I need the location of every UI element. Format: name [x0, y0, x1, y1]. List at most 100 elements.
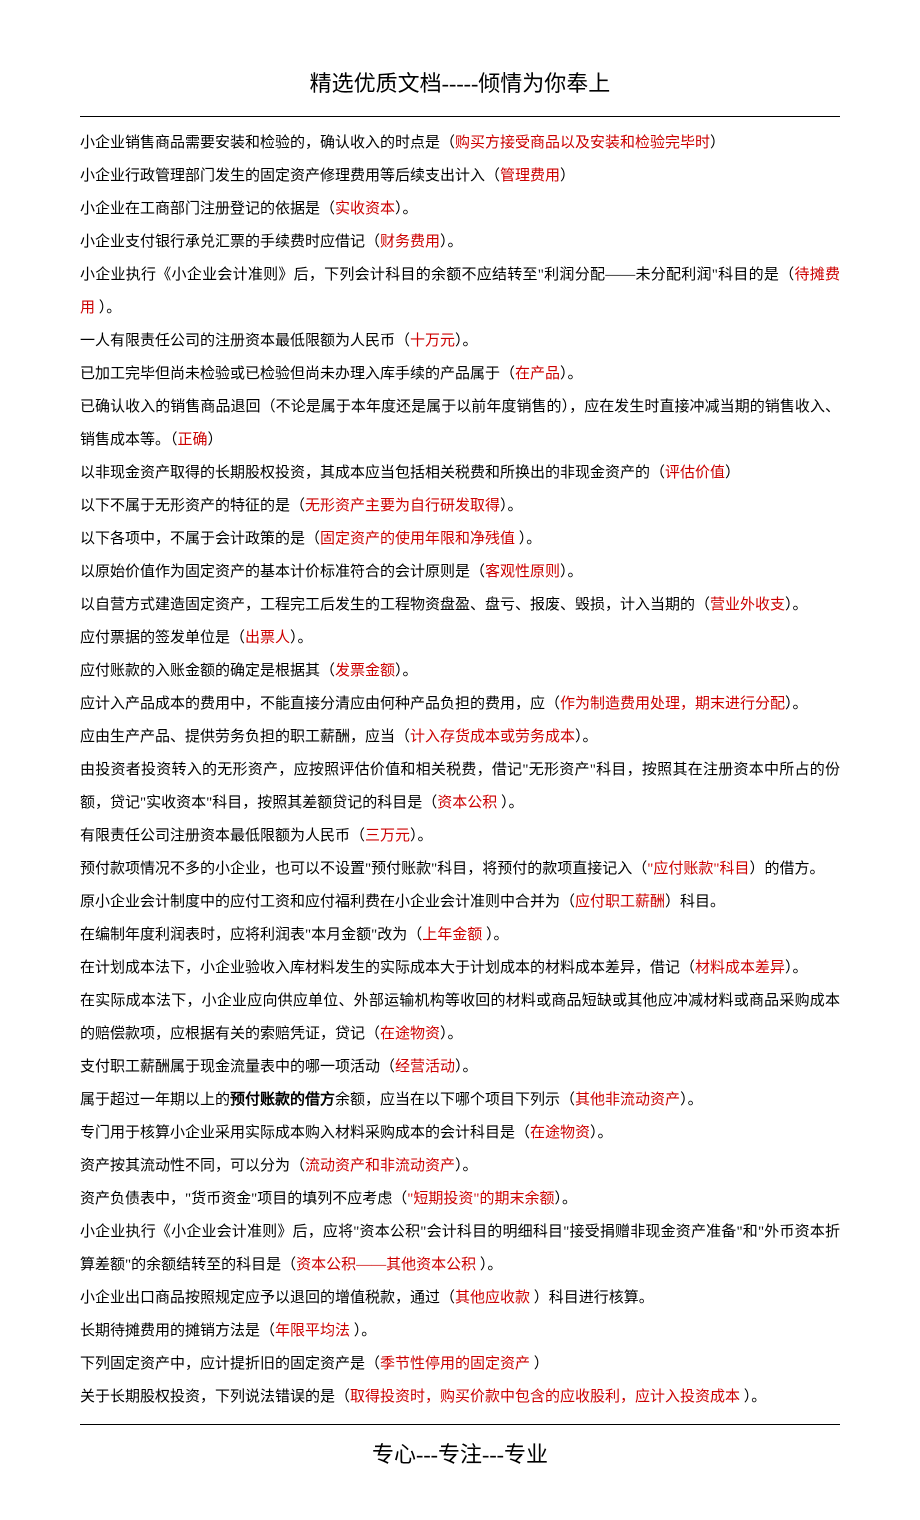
qa-line: 小企业行政管理部门发生的固定资产修理费用等后续支出计入（管理费用） [80, 160, 840, 193]
question-text: ）。 [575, 729, 598, 745]
question-text: 应计入产品成本的费用中，不能直接分清应由何种产品负担的费用，应（ [80, 696, 560, 712]
question-text: ） [530, 1356, 549, 1372]
question-text: 支付职工薪酬属于现金流量表中的哪一项活动（ [80, 1059, 395, 1075]
question-text: 小企业支付银行承兑汇票的手续费时应借记（ [80, 234, 380, 250]
question-text: 资产按其流动性不同，可以分为（ [80, 1158, 305, 1174]
question-text: 下列固定资产中，应计提折旧的固定资产是（ [80, 1356, 380, 1372]
page-header: 精选优质文档-----倾情为你奉上 [80, 60, 840, 108]
question-text: ）。 [515, 531, 541, 547]
answer-text: 其他应收款 [455, 1290, 530, 1306]
question-text: ）。 [785, 960, 808, 976]
header-divider [80, 116, 840, 117]
qa-line: 资产按其流动性不同，可以分为（流动资产和非流动资产）。 [80, 1150, 840, 1183]
question-text: ）。 [497, 795, 523, 811]
question-text: ）。 [455, 1158, 478, 1174]
question-text: ）。 [785, 696, 808, 712]
qa-line: 小企业销售商品需要安装和检验的，确认收入的时点是（购买方接受商品以及安装和检验完… [80, 127, 840, 160]
question-text: ） [560, 168, 575, 184]
question-text: ）。 [560, 564, 583, 580]
question-text: 属于超过一年期以上的 [80, 1092, 230, 1108]
answer-text: "应付账款"科目 [647, 861, 749, 877]
answer-text: 季节性停用的固定资产 [380, 1356, 530, 1372]
qa-line: 已加工完毕但尚未检验或已检验但尚未办理入库手续的产品属于（在产品）。 [80, 358, 840, 391]
question-text: 一人有限责任公司的注册资本最低限额为人民币（ [80, 333, 410, 349]
qa-line: 小企业支付银行承兑汇票的手续费时应借记（财务费用）。 [80, 226, 840, 259]
answer-text: 流动资产和非流动资产 [305, 1158, 455, 1174]
question-text: ）。 [680, 1092, 703, 1108]
question-text: 预付款项情况不多的小企业，也可以不设置"预付账款"科目，将预付的款项直接记入（ [80, 861, 647, 877]
question-text: ） [710, 135, 725, 151]
qa-line: 有限责任公司注册资本最低限额为人民币（三万元）。 [80, 820, 840, 853]
question-text: 小企业行政管理部门发生的固定资产修理费用等后续支出计入（ [80, 168, 500, 184]
question-text: ）。 [455, 333, 478, 349]
question-text: ）。 [440, 1026, 463, 1042]
document-body: 小企业销售商品需要安装和检验的，确认收入的时点是（购买方接受商品以及安装和检验完… [80, 127, 840, 1414]
question-text: ）。 [395, 201, 418, 217]
question-text: ）。 [590, 1125, 613, 1141]
question-text: 以下不属于无形资产的特征的是（ [80, 498, 305, 514]
question-text: 关于长期股权投资，下列说法错误的是（ [80, 1389, 350, 1405]
question-text: 以自营方式建造固定资产，工程完工后发生的工程物资盘盈、盘亏、报废、毁损，计入当期… [80, 597, 710, 613]
question-text: 小企业销售商品需要安装和检验的，确认收入的时点是（ [80, 135, 455, 151]
question-text: 余额，应当在以下哪个项目下列示（ [335, 1092, 575, 1108]
question-text: 小企业执行《小企业会计准则》后，下列会计科目的余额不应结转至"利润分配——未分配… [80, 267, 794, 283]
question-text: 应由生产产品、提供劳务负担的职工薪酬，应当（ [80, 729, 410, 745]
question-text: 长期待摊费用的摊销方法是（ [80, 1323, 275, 1339]
question-text: ）。 [785, 597, 808, 613]
qa-line: 小企业在工商部门注册登记的依据是（实收资本）。 [80, 193, 840, 226]
question-text: ）。 [455, 1059, 478, 1075]
question-text: ）。 [740, 1389, 766, 1405]
question-text: ）。 [440, 234, 463, 250]
qa-line: 小企业执行《小企业会计准则》后，应将"资本公积"会计科目的明细科目"接受捐赠非现… [80, 1216, 840, 1282]
qa-line: 资产负债表中，"货币资金"项目的填列不应考虑（"短期投资"的期末余额）。 [80, 1183, 840, 1216]
qa-line: 在计划成本法下，小企业验收入库材料发生的实际成本大于计划成本的材料成本差异，借记… [80, 952, 840, 985]
answer-text: 经营活动 [395, 1059, 455, 1075]
qa-line: 属于超过一年期以上的预付账款的借方余额，应当在以下哪个项目下列示（其他非流动资产… [80, 1084, 840, 1117]
qa-line: 由投资者投资转入的无形资产，应按照评估价值和相关税费，借记"无形资产"科目，按照… [80, 754, 840, 820]
qa-line: 以原始价值作为固定资产的基本计价标准符合的会计原则是（客观性原则）。 [80, 556, 840, 589]
question-text: 应付账款的入账金额的确定是根据其（ [80, 663, 335, 679]
question-text: ）。 [350, 1323, 376, 1339]
question-text: 专门用于核算小企业采用实际成本购入材料采购成本的会计科目是（ [80, 1125, 530, 1141]
answer-text: 取得投资时，购买价款中包含的应收股利，应计入投资成本 [350, 1389, 740, 1405]
question-text: ）。 [395, 663, 418, 679]
answer-text: 作为制造费用处理，期末进行分配 [560, 696, 785, 712]
answer-text: 购买方接受商品以及安装和检验完毕时 [455, 135, 710, 151]
answer-text: 在途物资 [380, 1026, 440, 1042]
page-footer: 专心---专注---专业 [80, 1431, 840, 1479]
qa-line: 在实际成本法下，小企业应向供应单位、外部运输机构等收回的材料或商品短缺或其他应冲… [80, 985, 840, 1051]
question-text: ）。 [482, 927, 508, 943]
question-text: 已加工完毕但尚未检验或已检验但尚未办理入库手续的产品属于（ [80, 366, 515, 382]
qa-line: 专门用于核算小企业采用实际成本购入材料采购成本的会计科目是（在途物资）。 [80, 1117, 840, 1150]
answer-text: 财务费用 [380, 234, 440, 250]
question-text: ）科目。 [665, 894, 725, 910]
qa-line: 关于长期股权投资，下列说法错误的是（取得投资时，购买价款中包含的应收股利，应计入… [80, 1381, 840, 1414]
qa-line: 以下不属于无形资产的特征的是（无形资产主要为自行研发取得）。 [80, 490, 840, 523]
answer-text: 评估价值 [665, 465, 725, 481]
answer-text: 营业外收支 [710, 597, 785, 613]
answer-text: 实收资本 [335, 201, 395, 217]
qa-line: 应付账款的入账金额的确定是根据其（发票金额）。 [80, 655, 840, 688]
question-text: ）。 [410, 828, 433, 844]
question-text: ）。 [560, 366, 583, 382]
answer-text: 出票人 [245, 630, 290, 646]
qa-line: 长期待摊费用的摊销方法是（年限平均法 ）。 [80, 1315, 840, 1348]
answer-text: 三万元 [365, 828, 410, 844]
qa-line: 在编制年度利润表时，应将利润表"本月金额"改为（上年金额 ）。 [80, 919, 840, 952]
qa-line: 下列固定资产中，应计提折旧的固定资产是（季节性停用的固定资产 ） [80, 1348, 840, 1381]
question-text: ）。 [95, 300, 121, 316]
question-text: 预付账款的借方 [230, 1092, 335, 1108]
question-text: 以非现金资产取得的长期股权投资，其成本应当包括相关税费和所换出的非现金资产的（ [80, 465, 665, 481]
answer-text: 在产品 [515, 366, 560, 382]
qa-line: 一人有限责任公司的注册资本最低限额为人民币（十万元）。 [80, 325, 840, 358]
question-text: 小企业出口商品按照规定应予以退回的增值税款，通过（ [80, 1290, 455, 1306]
question-text: 资产负债表中，"货币资金"项目的填列不应考虑（ [80, 1191, 407, 1207]
answer-text: 管理费用 [500, 168, 560, 184]
question-text: ） [208, 432, 223, 448]
answer-text: 年限平均法 [275, 1323, 350, 1339]
question-text: 在计划成本法下，小企业验收入库材料发生的实际成本大于计划成本的材料成本差异，借记… [80, 960, 695, 976]
qa-line: 以下各项中，不属于会计政策的是（固定资产的使用年限和净残值 ）。 [80, 523, 840, 556]
answer-text: 固定资产的使用年限和净残值 [320, 531, 515, 547]
question-text: ）科目进行核算。 [530, 1290, 654, 1306]
answer-text: 资本公积——其他资本公积 [296, 1257, 476, 1273]
